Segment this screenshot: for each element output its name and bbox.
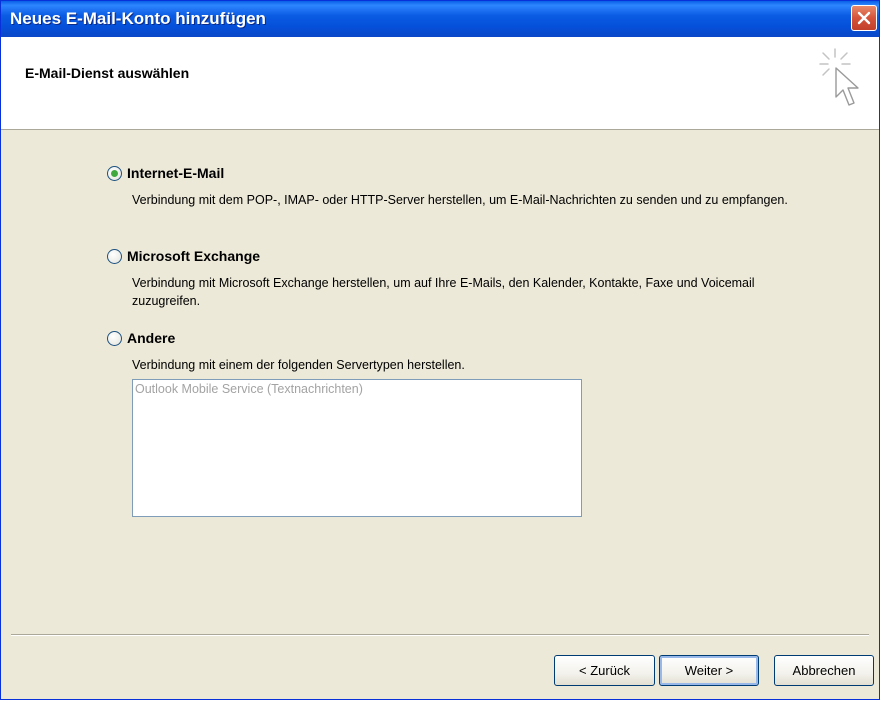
wizard-content: Internet-E-Mail Verbindung mit dem POP-,… bbox=[1, 130, 879, 634]
next-button[interactable]: Weiter > bbox=[659, 655, 759, 686]
radio-selected-dot bbox=[111, 170, 118, 177]
radio-microsoft-exchange[interactable] bbox=[107, 249, 122, 264]
list-item[interactable]: Outlook Mobile Service (Textnachrichten) bbox=[135, 382, 363, 396]
option-label[interactable]: Andere bbox=[127, 330, 175, 346]
option-label[interactable]: Internet-E-Mail bbox=[127, 165, 224, 181]
wizard-cursor-icon bbox=[819, 48, 859, 106]
button-divider bbox=[11, 634, 869, 636]
server-type-list[interactable]: Outlook Mobile Service (Textnachrichten) bbox=[132, 379, 582, 517]
radio-internet-email[interactable] bbox=[107, 166, 122, 181]
option-description: Verbindung mit dem POP-, IMAP- oder HTTP… bbox=[132, 193, 788, 207]
page-title: E-Mail-Dienst auswählen bbox=[25, 65, 190, 81]
close-icon bbox=[857, 11, 871, 25]
window-title: Neues E-Mail-Konto hinzufügen bbox=[10, 9, 266, 28]
cancel-button[interactable]: Abbrechen bbox=[774, 655, 874, 686]
title-bar[interactable]: Neues E-Mail-Konto hinzufügen bbox=[1, 1, 879, 37]
option-description: Verbindung mit Microsoft Exchange herste… bbox=[132, 276, 755, 308]
dialog-window: Neues E-Mail-Konto hinzufügen E-Mail-Die… bbox=[0, 0, 880, 700]
option-description: Verbindung mit einem der folgenden Serve… bbox=[132, 358, 465, 372]
close-button[interactable] bbox=[851, 5, 877, 31]
back-button[interactable]: < Zurück bbox=[554, 655, 655, 686]
option-label[interactable]: Microsoft Exchange bbox=[127, 248, 260, 264]
radio-other[interactable] bbox=[107, 331, 122, 346]
wizard-header: E-Mail-Dienst auswählen bbox=[1, 37, 879, 130]
